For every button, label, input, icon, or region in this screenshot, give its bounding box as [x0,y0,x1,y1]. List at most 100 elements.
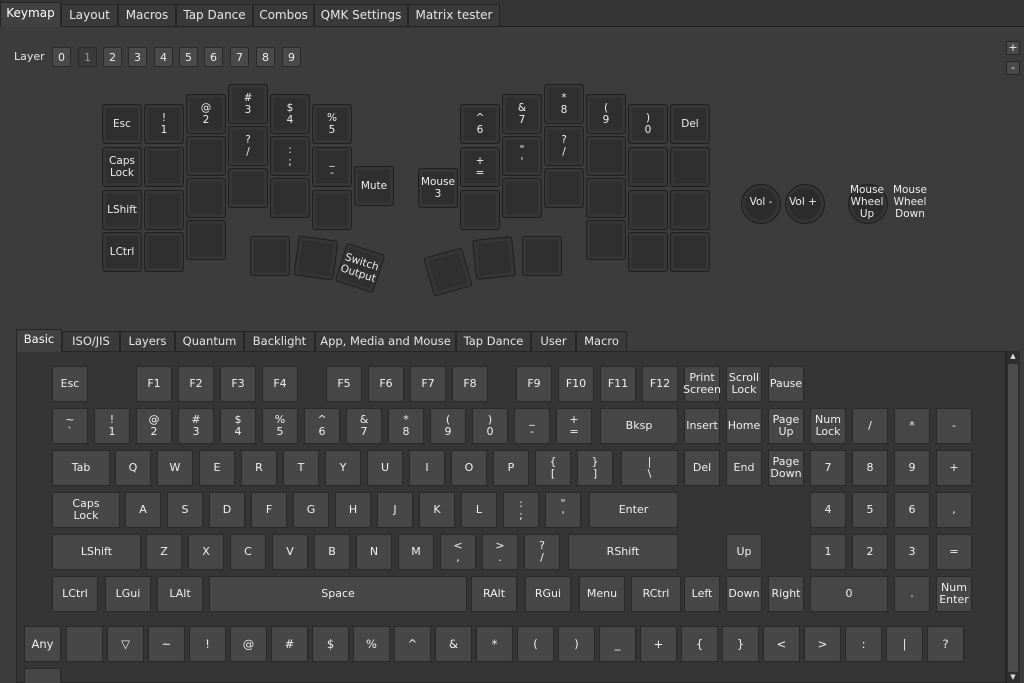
keycode-button[interactable]: 5 [852,492,888,528]
keycode-button[interactable]: I [409,450,445,486]
keycode-button[interactable]: 8 [852,450,888,486]
keymap-key[interactable]: LShift [102,190,142,230]
keymap-key[interactable] [502,178,542,218]
keycode-button[interactable]: N [356,534,392,570]
keycode-button[interactable]: T [283,450,319,486]
keymap-key[interactable]: Mute [354,166,394,206]
keycode-button[interactable]: @ 2 [136,408,172,444]
keycode-button[interactable]: ~ [148,626,185,662]
keycode-button[interactable]: + [936,450,972,486]
keycode-button[interactable]: ! [189,626,226,662]
keycode-button[interactable]: + [640,626,677,662]
keymap-key[interactable] [628,232,668,272]
keycode-button[interactable]: J [377,492,413,528]
keymap-key[interactable]: Mouse 3 [418,168,458,208]
keymap-key[interactable] [586,136,626,176]
keycode-button[interactable]: Num Enter [936,576,972,612]
keycode-tab-basic[interactable]: Basic [16,329,62,352]
keycode-button[interactable]: End [726,450,762,486]
keycode-button[interactable]: ? / [524,534,560,570]
keycode-tab-layers[interactable]: Layers [120,331,175,351]
keycode-button[interactable]: @ [230,626,267,662]
keycode-button[interactable]: U [367,450,403,486]
keymap-key[interactable]: : ; [270,136,310,176]
keymap-key[interactable]: % 5 [312,104,352,144]
keymap-key[interactable] [670,147,710,187]
keymap-key[interactable]: @ 2 [186,94,226,134]
keycode-button[interactable]: O [451,450,487,486]
keycode-button[interactable]: 6 [894,492,930,528]
keycode-button[interactable]: % 5 [262,408,298,444]
keycode-button[interactable]: 0 [810,576,888,612]
keycode-button[interactable]: K [419,492,455,528]
keymap-key[interactable] [144,232,184,272]
keymap-key[interactable] [586,220,626,260]
keycode-button[interactable]: L [461,492,497,528]
keymap-key[interactable]: Switch Output [334,242,386,294]
keycode-button[interactable]: F4 [262,366,298,402]
keymap-key[interactable] [186,178,226,218]
layer-button-4[interactable]: 4 [154,47,173,67]
keycode-tab-backlight[interactable]: Backlight [244,331,315,351]
keycode-tab-user[interactable]: User [531,331,576,351]
keycode-button[interactable]: Del [684,450,720,486]
keycode-button[interactable]: F11 [600,366,636,402]
encoder-1-left-label[interactable]: Vol - [738,196,784,208]
keycode-button[interactable]: Pause [768,366,804,402]
keymap-key[interactable] [144,147,184,187]
keymap-key[interactable]: LCtrl [102,232,142,272]
keycode-button[interactable]: R [241,450,277,486]
keymap-key[interactable]: + = [460,147,500,187]
keycode-button[interactable]: = [936,534,972,570]
keycode-button[interactable]: Esc [52,366,88,402]
keycode-button[interactable]: Y [325,450,361,486]
keymap-key[interactable] [250,236,290,276]
keymap-key[interactable] [186,136,226,176]
keycode-button[interactable]: Page Up [768,408,804,444]
layer-button-8[interactable]: 8 [256,47,275,67]
keycode-button[interactable]: G [293,492,329,528]
keycode-button[interactable]: Bksp [600,408,678,444]
keycode-button[interactable]: LGui [105,576,151,612]
keycode-button[interactable]: RShift [568,534,678,570]
tab-matrix-tester[interactable]: Matrix tester [408,4,500,26]
keymap-key[interactable]: ) 0 [628,104,668,144]
keycode-button[interactable]: H [335,492,371,528]
keymap-key[interactable]: ( 9 [586,94,626,134]
keycode-button[interactable]: # [271,626,308,662]
keycode-button[interactable]: F3 [220,366,256,402]
keymap-key[interactable] [312,190,352,230]
keycode-button[interactable]: RGui [525,576,571,612]
keymap-key[interactable] [628,147,668,187]
keymap-key[interactable] [628,190,668,230]
keycode-button[interactable]: } ] [577,450,613,486]
keycode-button[interactable]: ^ 6 [304,408,340,444]
keycode-button[interactable]: LAlt [157,576,203,612]
keycode-button[interactable]: ! 1 [94,408,130,444]
keycode-button[interactable]: ^ [394,626,431,662]
encoder-2-right-label[interactable]: Mouse Wheel Down [886,184,934,220]
keycode-button[interactable]: Up [726,534,762,570]
keycode-button[interactable]: RCtrl [631,576,681,612]
keycode-button[interactable]: LShift [52,534,141,570]
keymap-key[interactable] [472,236,516,280]
tab-layout[interactable]: Layout [61,4,118,26]
keycode-button[interactable]: X [188,534,224,570]
scroll-down-icon[interactable]: ▼ [1009,674,1017,681]
keycode-button[interactable]: > [804,626,841,662]
keymap-key[interactable] [522,236,562,276]
keycode-button[interactable]: ( [517,626,554,662]
keycode-tab-app-media-and-mouse[interactable]: App, Media and Mouse [315,331,456,351]
keymap-key[interactable] [460,190,500,230]
keycode-button[interactable]: Page Down [768,450,804,486]
keycode-button[interactable]: | [886,626,923,662]
keycode-button[interactable]: * [476,626,513,662]
keymap-key[interactable] [228,168,268,208]
keycode-button[interactable]: ) [558,626,595,662]
keycode-button[interactable]: S [167,492,203,528]
keycode-button[interactable]: ( 9 [430,408,466,444]
keycode-button[interactable]: ~ ` [52,408,88,444]
keycode-button[interactable]: * 8 [388,408,424,444]
keycode-button[interactable]: A [125,492,161,528]
keycode-button[interactable]: D [209,492,245,528]
